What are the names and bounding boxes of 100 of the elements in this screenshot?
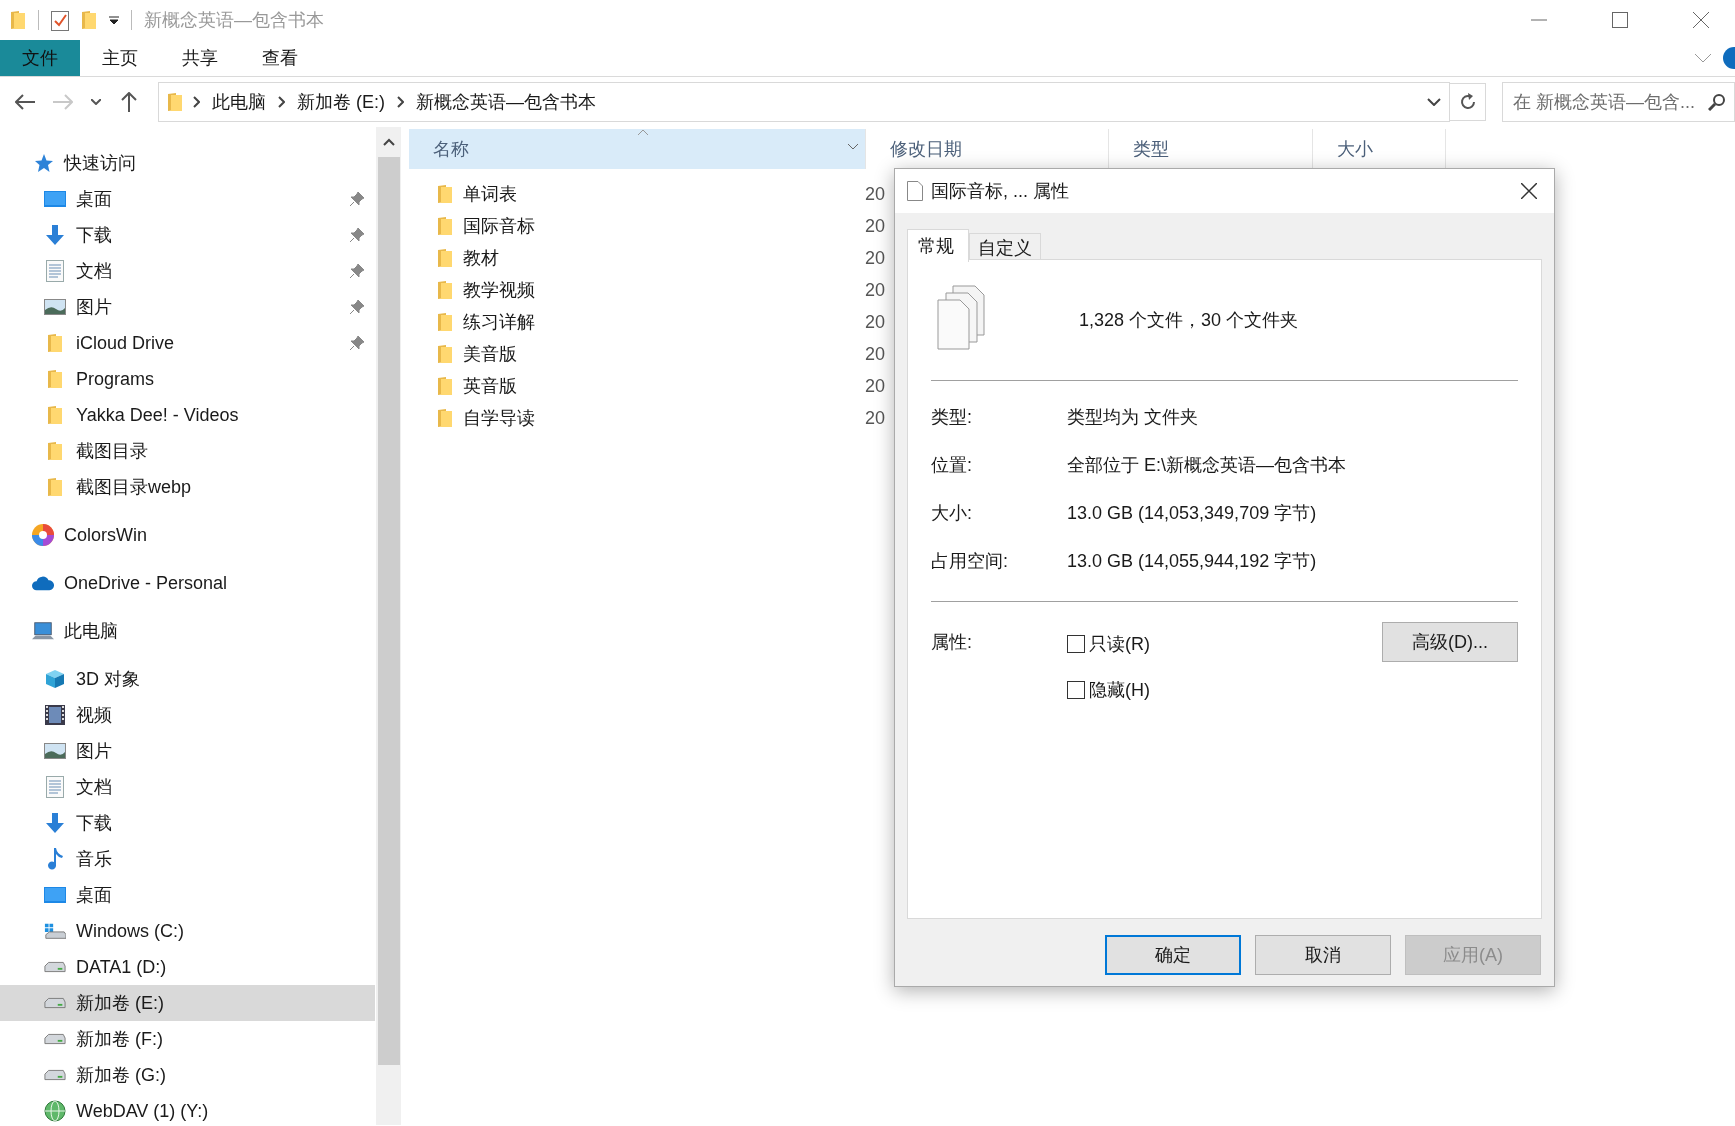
ribbon-tab[interactable]: 查看 <box>240 40 320 76</box>
sort-caret-icon <box>637 129 649 136</box>
folder-icon <box>437 376 453 396</box>
music-note-icon <box>47 848 63 870</box>
folder-icon <box>437 184 453 204</box>
new-folder-icon <box>81 10 97 30</box>
dialog-button[interactable]: 确定 <box>1105 935 1241 975</box>
file-name[interactable]: 教学视频 <box>463 278 535 302</box>
file-name[interactable]: 自学导读 <box>463 406 535 430</box>
summary-text: 1,328 个文件，30 个文件夹 <box>1079 309 1299 332</box>
cube-icon <box>45 669 65 689</box>
back-arrow-icon <box>15 94 35 110</box>
dialog-button[interactable]: 取消 <box>1255 935 1391 975</box>
file-name[interactable]: 教材 <box>463 246 499 270</box>
file-name[interactable]: 单词表 <box>463 182 517 206</box>
field-label: 大小: <box>931 502 973 525</box>
sidebar-item[interactable]: 此电脑 <box>0 613 375 649</box>
documents-stack-icon <box>937 285 985 351</box>
address-bar[interactable]: 此电脑 新加卷 (E:) 新概念英语—包含书本 <box>158 82 1450 122</box>
chevron-down-icon <box>847 143 859 150</box>
desktop-icon <box>44 887 66 903</box>
file-name[interactable]: 美音版 <box>463 342 517 366</box>
sidebar-item[interactable]: Windows (C:) <box>0 913 375 949</box>
folder-icon <box>47 369 63 389</box>
checkbox[interactable]: 只读(R) <box>1067 632 1382 656</box>
color-wheel-icon <box>32 524 54 546</box>
sidebar-item[interactable]: 新加卷 (E:) <box>0 985 375 1021</box>
download-arrow-icon <box>46 813 64 833</box>
date-cell-text: 20 <box>864 375 886 397</box>
document-icon <box>907 181 923 201</box>
date-cell-text: 20 <box>864 279 886 301</box>
folder-icon <box>437 408 453 428</box>
refresh-button[interactable] <box>1450 83 1486 121</box>
advanced-button[interactable]: 高级(D)... <box>1382 622 1518 662</box>
folder-icon <box>10 10 26 30</box>
dialog-tab[interactable]: 自定义 <box>969 233 1041 261</box>
sidebar-item[interactable]: iCloud Drive <box>0 325 375 361</box>
breadcrumb[interactable]: 新概念英语—包含书本 <box>414 90 598 114</box>
sidebar-item[interactable]: 桌面 <box>0 877 375 913</box>
date-cell-text: 20 <box>864 311 886 333</box>
sidebar-item[interactable]: 图片 <box>0 289 375 325</box>
sidebar-item[interactable]: 3D 对象 <box>0 661 375 697</box>
scroll-up-icon[interactable] <box>382 138 395 146</box>
field-label: 类型: <box>931 406 973 429</box>
caret-icon[interactable] <box>109 15 119 25</box>
search-icon <box>1708 93 1726 111</box>
sidebar-item[interactable]: 桌面 <box>0 181 375 217</box>
file-name[interactable]: 练习详解 <box>463 310 535 334</box>
up-arrow-icon <box>121 92 137 112</box>
download-arrow-icon <box>46 225 64 245</box>
dialog-tab[interactable]: 常规 <box>907 229 969 262</box>
close-icon[interactable] <box>1692 12 1709 28</box>
properties-check-icon[interactable] <box>51 9 69 31</box>
field-value: 类型均为 文件夹 <box>1067 406 1198 429</box>
sidebar-item[interactable]: Programs <box>0 361 375 397</box>
field-value: 13.0 GB (14,055,944,192 字节) <box>1067 550 1317 573</box>
ribbon-tab[interactable]: 主页 <box>80 40 160 76</box>
sidebar-item[interactable]: 文档 <box>0 769 375 805</box>
sidebar-item[interactable]: 截图目录webp <box>0 469 375 505</box>
sidebar-item[interactable]: 音乐 <box>0 841 375 877</box>
sidebar-item[interactable]: 图片 <box>0 733 375 769</box>
folder-icon <box>437 248 453 268</box>
column-header[interactable]: 名称 <box>409 129 866 169</box>
field-value: 全部位于 E:\新概念英语—包含书本 <box>1067 454 1346 477</box>
desktop-icon <box>44 191 66 207</box>
file-name[interactable]: 国际音标 <box>463 214 535 238</box>
drive-icon <box>44 961 66 973</box>
cloud-icon <box>32 575 54 591</box>
sidebar-item[interactable]: ColorsWin <box>0 517 375 553</box>
drive-icon <box>44 1069 66 1081</box>
sidebar-item[interactable]: 下载 <box>0 805 375 841</box>
folder-icon <box>437 280 453 300</box>
breadcrumb[interactable]: 新加卷 (E:) <box>295 90 387 114</box>
chevron-down-icon <box>91 99 101 105</box>
drive-icon <box>44 1033 66 1045</box>
sidebar-item[interactable]: 新加卷 (F:) <box>0 1021 375 1057</box>
date-cell-text: 20 <box>864 215 886 237</box>
sidebar-item[interactable]: WebDAV (1) (Y:) <box>0 1093 375 1126</box>
field-label: 位置: <box>931 454 973 477</box>
sidebar-item[interactable]: Yakka Dee! - Videos <box>0 397 375 433</box>
sidebar-item[interactable]: DATA1 (D:) <box>0 949 375 985</box>
sidebar-item[interactable]: 文档 <box>0 253 375 289</box>
folder-icon <box>437 344 453 364</box>
file-name[interactable]: 英音版 <box>463 374 517 398</box>
sidebar-item[interactable]: 下载 <box>0 217 375 253</box>
maximize-icon[interactable] <box>1611 12 1628 28</box>
globe-icon <box>44 1100 66 1122</box>
dialog-title: 国际音标, ... 属性 <box>931 180 1069 203</box>
sidebar-item[interactable]: 快速访问 <box>0 145 375 181</box>
sidebar-item[interactable]: 新加卷 (G:) <box>0 1057 375 1093</box>
sidebar-item[interactable]: 截图目录 <box>0 433 375 469</box>
chevron-down-icon[interactable] <box>1427 98 1441 106</box>
sidebar-item[interactable]: 视频 <box>0 697 375 733</box>
checkbox[interactable]: 隐藏(H) <box>1067 678 1382 702</box>
scrollbar-thumb[interactable] <box>377 157 400 1065</box>
breadcrumb[interactable]: 此电脑 <box>210 90 268 114</box>
sidebar-item[interactable]: OneDrive - Personal <box>0 565 375 601</box>
ribbon-tab[interactable]: 共享 <box>160 40 240 76</box>
chevron-right-icon <box>397 96 404 108</box>
search-field[interactable]: 在 新概念英语—包含... <box>1502 82 1735 122</box>
